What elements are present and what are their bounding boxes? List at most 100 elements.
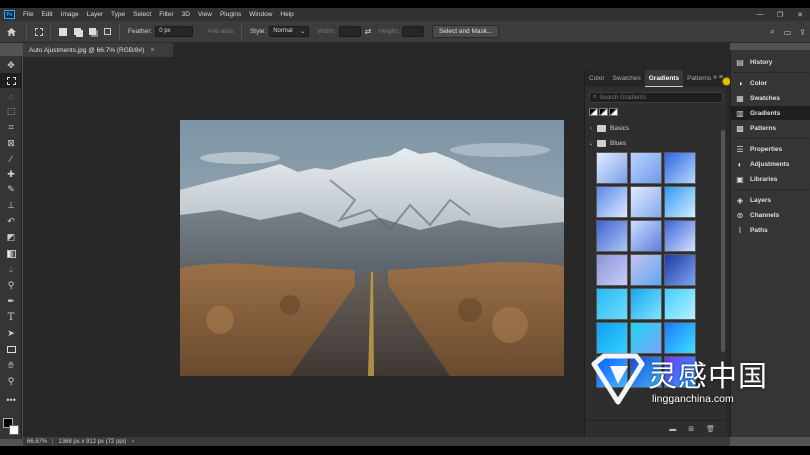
menu-type[interactable]: Type bbox=[107, 11, 129, 18]
menu-file[interactable]: File bbox=[19, 11, 37, 18]
clone-stamp-tool[interactable]: ⊥ bbox=[0, 198, 22, 213]
tab-swatches[interactable]: Swatches bbox=[609, 70, 645, 87]
subtract-selection-mode[interactable] bbox=[87, 26, 98, 37]
menu-window[interactable]: Window bbox=[245, 11, 276, 18]
dock-properties[interactable]: ☰ Properties bbox=[731, 142, 810, 156]
tab-patterns[interactable]: Patterns bbox=[683, 70, 715, 87]
lasso-tool[interactable]: ◌ bbox=[0, 89, 22, 104]
healing-brush-tool[interactable]: ✚ bbox=[0, 167, 22, 182]
crop-tool[interactable]: ⌗ bbox=[0, 120, 22, 135]
zoom-level[interactable]: 66.67% bbox=[27, 439, 47, 445]
workspace-icon[interactable]: ▭ bbox=[780, 28, 795, 37]
move-tool[interactable]: ✥ bbox=[0, 58, 22, 73]
menu-filter[interactable]: Filter bbox=[155, 11, 177, 18]
document-image[interactable] bbox=[180, 120, 564, 376]
share-icon[interactable]: ⇪ bbox=[795, 28, 810, 37]
dock-paths[interactable]: ⌇ Paths bbox=[731, 223, 810, 237]
history-brush-tool[interactable]: ↶ bbox=[0, 214, 22, 229]
recent-gradient-2[interactable] bbox=[599, 108, 608, 116]
type-tool[interactable]: T bbox=[0, 310, 22, 325]
add-selection-mode[interactable] bbox=[72, 26, 83, 37]
gradient-tool[interactable] bbox=[0, 246, 22, 261]
blur-tool[interactable]: 💧︎ bbox=[0, 262, 22, 277]
background-color-swatch[interactable] bbox=[9, 425, 19, 435]
feather-input[interactable]: 0 px bbox=[155, 26, 194, 37]
recent-gradient-1[interactable] bbox=[589, 108, 598, 116]
gradient-swatch[interactable] bbox=[596, 220, 628, 252]
intersect-selection-mode[interactable] bbox=[102, 26, 113, 37]
search-gradients-input[interactable]: ⌕ Search Gradients bbox=[589, 92, 723, 103]
gradient-swatch[interactable] bbox=[630, 254, 662, 286]
tab-gradients[interactable]: Gradients bbox=[644, 70, 684, 87]
dock-channels[interactable]: ⊚ Channels bbox=[731, 208, 810, 222]
trash-icon[interactable]: 🗑︎ bbox=[706, 425, 715, 433]
new-gradient-icon[interactable]: ⊞ bbox=[688, 425, 694, 433]
menu-help[interactable]: Help bbox=[276, 11, 297, 18]
gradients-scrollbar[interactable] bbox=[721, 130, 725, 352]
menu-select[interactable]: Select bbox=[129, 11, 155, 18]
gradient-swatch[interactable] bbox=[664, 288, 696, 320]
menu-view[interactable]: View bbox=[194, 11, 216, 18]
home-button[interactable] bbox=[0, 21, 22, 43]
recent-gradient-3[interactable] bbox=[609, 108, 618, 116]
status-menu-arrow[interactable]: › bbox=[132, 439, 134, 445]
antialias-checkbox-label[interactable]: Anti-alias bbox=[207, 28, 234, 35]
gradient-swatch[interactable] bbox=[664, 220, 696, 252]
folder-blues[interactable]: ⌄ Blues bbox=[587, 137, 719, 150]
close-document-icon[interactable]: × bbox=[150, 47, 154, 54]
rectangle-tool[interactable] bbox=[0, 342, 22, 357]
tab-color[interactable]: Color bbox=[585, 70, 609, 87]
height-input[interactable] bbox=[401, 26, 424, 37]
hand-tool[interactable]: ✋︎ bbox=[0, 358, 22, 373]
gradient-swatch[interactable] bbox=[630, 152, 662, 184]
dock-libraries[interactable]: ▣ Libraries bbox=[731, 172, 810, 186]
gradient-swatch[interactable] bbox=[664, 152, 696, 184]
dock-patterns[interactable]: ▩ Patterns bbox=[731, 121, 810, 135]
gradient-swatch[interactable] bbox=[630, 220, 662, 252]
marquee-tool[interactable] bbox=[0, 73, 22, 88]
eyedropper-tool[interactable]: ⁄ bbox=[0, 151, 22, 166]
folder-basics[interactable]: › Basics bbox=[587, 122, 719, 135]
search-icon[interactable]: ⌕ bbox=[765, 27, 780, 37]
gradient-swatch[interactable] bbox=[596, 254, 628, 286]
dock-layers[interactable]: ◈ Layers bbox=[731, 193, 810, 207]
gradient-swatch[interactable] bbox=[596, 288, 628, 320]
menu-image[interactable]: Image bbox=[57, 11, 83, 18]
marquee-tool-preset[interactable] bbox=[33, 26, 44, 37]
eraser-tool[interactable]: ◩ bbox=[0, 230, 22, 245]
menu-3d[interactable]: 3D bbox=[178, 11, 194, 18]
width-input[interactable] bbox=[338, 26, 361, 37]
menu-plugins[interactable]: Plugins bbox=[216, 11, 245, 18]
zoom-tool[interactable]: ⚲ bbox=[0, 374, 22, 389]
object-selection-tool[interactable]: ⬚ bbox=[0, 104, 22, 119]
frame-tool[interactable]: ⊠ bbox=[0, 136, 22, 151]
document-tab[interactable]: Auto Ajustments.jpg @ 66.7% (RGB/8#) × bbox=[23, 43, 173, 57]
dock-swatches[interactable]: ▦ Swatches bbox=[731, 91, 810, 105]
subtract-selection-icon bbox=[89, 28, 96, 35]
gradient-swatch[interactable] bbox=[596, 152, 628, 184]
path-selection-tool[interactable]: ➤ bbox=[0, 326, 22, 341]
gradient-swatch[interactable] bbox=[630, 186, 662, 218]
gradient-swatch[interactable] bbox=[664, 186, 696, 218]
gradient-swatch[interactable] bbox=[664, 254, 696, 286]
menu-edit[interactable]: Edit bbox=[37, 11, 56, 18]
minimize-button[interactable]: — bbox=[750, 11, 770, 18]
new-selection-mode[interactable] bbox=[57, 26, 68, 37]
edit-toolbar-button[interactable]: ••• bbox=[0, 392, 22, 407]
style-select[interactable]: Normal ⌄ bbox=[269, 26, 310, 37]
dodge-tool[interactable]: ⚲ bbox=[0, 278, 22, 293]
swap-dimensions-icon[interactable]: ⇄ bbox=[365, 27, 372, 36]
dock-history[interactable]: ▤ History bbox=[731, 55, 810, 69]
select-and-mask-button[interactable]: Select and Mask... bbox=[431, 25, 500, 38]
maximize-button[interactable]: ❐ bbox=[770, 11, 790, 19]
dock-gradients[interactable]: ▥ Gradients bbox=[731, 106, 810, 120]
menu-layer[interactable]: Layer bbox=[83, 11, 107, 18]
folder-icon[interactable]: ▬ bbox=[669, 426, 676, 433]
gradient-swatch[interactable] bbox=[630, 288, 662, 320]
dock-adjustments[interactable]: ◐ Adjustments bbox=[731, 157, 810, 171]
close-window-button[interactable]: ✕ bbox=[790, 11, 810, 19]
pen-tool[interactable]: ✒ bbox=[0, 294, 22, 309]
brush-tool[interactable]: ✎ bbox=[0, 182, 22, 197]
gradient-swatch[interactable] bbox=[596, 186, 628, 218]
dock-color[interactable]: ◑ Color bbox=[731, 76, 810, 90]
